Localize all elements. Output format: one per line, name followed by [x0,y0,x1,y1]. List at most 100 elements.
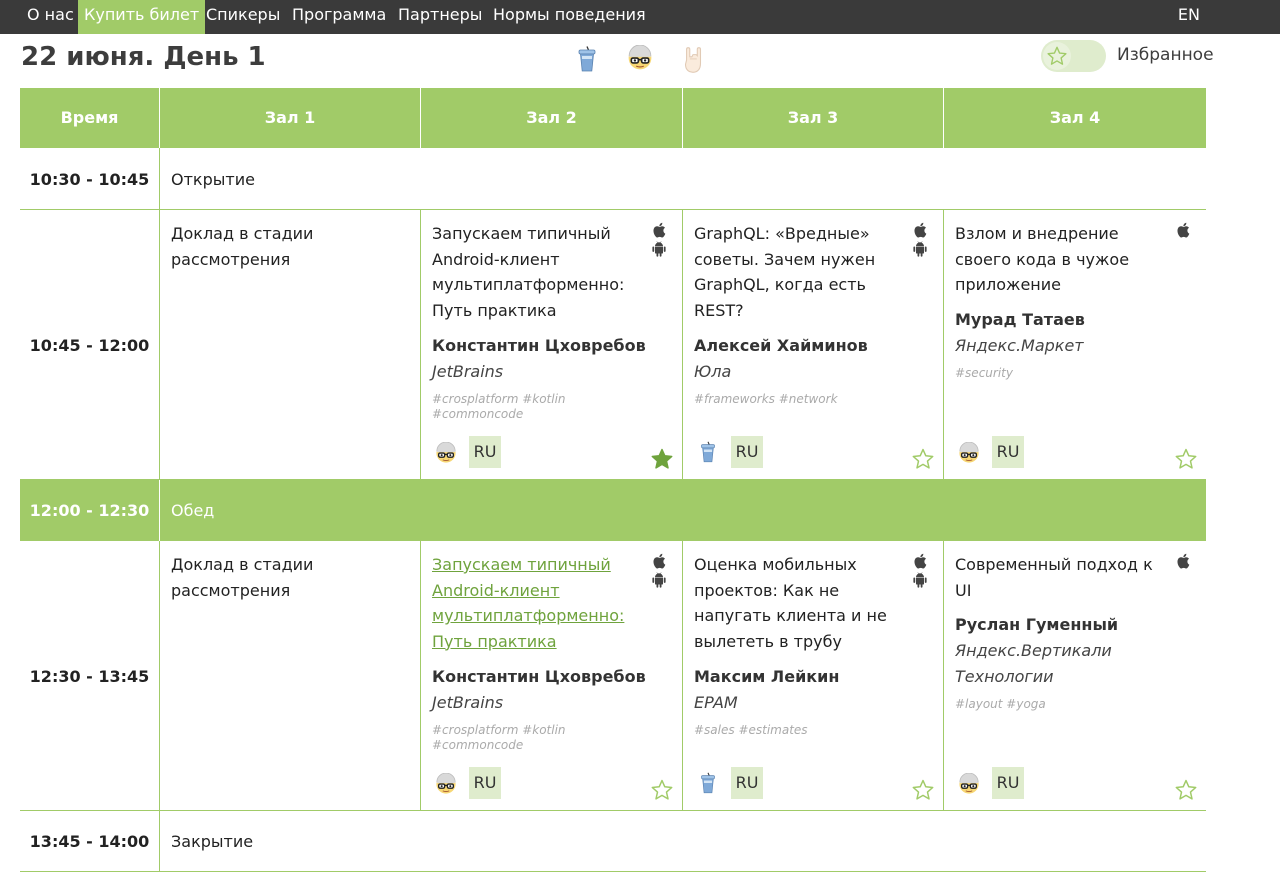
speaker-company: Юла [694,362,732,381]
talk-title[interactable]: Современный подход к UI [955,552,1155,603]
header-hall-2: Зал 2 [526,108,577,127]
talk-tags: #security [955,366,1013,380]
apple-icon [913,553,927,569]
speaker-name[interactable]: Максим Лейкин [694,667,839,686]
favorites-toggle[interactable] [1041,40,1106,72]
nerd-icon [435,442,457,464]
nav-item-partners[interactable]: Партнеры [392,0,488,29]
speaker-name[interactable]: Константин Цховребов [432,667,646,686]
language-badge: RU [731,767,763,799]
time-slot: 12:30 - 13:45 [29,667,150,686]
divider [159,480,160,541]
table-header-row: Время Зал 1 Зал 2 Зал 3 Зал 4 [20,88,1206,148]
apple-icon [652,553,666,569]
apple-icon [1176,553,1190,569]
talk-title[interactable]: Взлом и внедрение своего кода в чужое пр… [955,221,1145,298]
rock-hand-icon[interactable] [680,45,706,75]
table-row-closing: 13:45 - 14:00 Закрытие [20,811,1206,872]
talk-card[interactable]: Взлом и внедрение своего кода в чужое пр… [944,210,1206,479]
divider [159,148,160,209]
talk-tags: #frameworks #network [694,392,838,406]
speaker-name[interactable]: Константин Цховребов [432,336,646,355]
language-badge: RU [469,436,501,468]
table-row-lunch: 12:00 - 12:30 Обед [20,480,1206,541]
talk-title[interactable]: Запускаем типичный Android-клиент мульти… [432,221,632,323]
header-time: Время [60,108,119,127]
header-hall-3: Зал 3 [787,108,839,127]
talk-card[interactable]: Оценка мобильных проектов: Как не напуга… [683,541,943,810]
cup-icon [699,771,717,795]
event-label: Закрытие [171,832,254,851]
star-outline-icon[interactable] [911,447,935,471]
talk-title: Доклад в стадии рассмотрения [171,555,314,600]
time-slot: 10:30 - 10:45 [29,170,150,189]
talk-title[interactable]: GraphQL: «Вредные» советы. Зачем нужен G… [694,221,884,323]
speaker-name[interactable]: Мурад Татаев [955,310,1085,329]
talk-card[interactable]: GraphQL: «Вредные» советы. Зачем нужен G… [683,210,943,479]
android-icon [913,241,927,257]
apple-icon [913,222,927,238]
favorites-label: Избранное [1117,45,1214,65]
cup-icon [699,440,717,464]
language-badge: RU [992,767,1024,799]
star-outline-icon[interactable] [650,778,674,802]
nerd-icon[interactable] [627,45,653,71]
talk-tags: #crosplatform #kotlin #commoncode [432,723,566,752]
platforms [913,553,927,591]
star-filled-icon[interactable] [650,447,674,471]
talk-card[interactable]: Запускаем типичный Android-клиент мульти… [421,541,682,810]
time-slot: 10:45 - 12:00 [29,336,150,355]
platforms [652,222,666,260]
page-title: 22 июня. День 1 [21,42,266,72]
table-row-slot-2: 12:30 - 13:45 Доклад в стадии рассмотрен… [20,541,1206,811]
header-hall-4: Зал 4 [1049,108,1101,127]
star-outline-icon [1046,45,1068,67]
talk-title-link[interactable]: Запускаем типичный Android-клиент мульти… [432,552,632,654]
nerd-icon [958,773,980,795]
talk-tags: #crosplatform #kotlin #commoncode [432,392,566,421]
speaker-company: JetBrains [432,362,504,381]
apple-icon [652,222,666,238]
talk-card[interactable]: Современный подход к UI Руслан Гуменный … [944,541,1206,810]
nerd-icon [958,442,980,464]
time-slot: 13:45 - 14:00 [29,832,150,851]
nav-item-code-of-conduct[interactable]: Нормы поведения [487,0,652,29]
toggle-knob [1043,42,1071,70]
star-outline-icon[interactable] [911,778,935,802]
language-badge: RU [469,767,501,799]
event-label: Открытие [171,170,255,189]
event-label: Обед [171,501,215,520]
nav-item-buy-ticket[interactable]: Купить билет [78,0,206,34]
hall-1-cell: Доклад в стадии рассмотрения [160,210,420,479]
nav-item-program[interactable]: Программа [286,0,392,29]
table-row-slot-1: 10:45 - 12:00 Доклад в стадии рассмотрен… [20,210,1206,480]
android-icon [652,241,666,257]
speaker-name[interactable]: Руслан Гуменный [955,615,1118,634]
language-switch[interactable]: EN [1178,0,1200,29]
apple-icon [1176,222,1190,238]
cup-icon[interactable] [576,45,598,73]
speaker-company: JetBrains [432,693,504,712]
top-nav: О нас Купить билет Спикеры Программа Пар… [0,0,1280,34]
talk-tags: #sales #estimates [694,723,808,737]
nerd-icon [435,773,457,795]
time-slot: 12:00 - 12:30 [29,501,150,520]
android-icon [652,572,666,588]
star-outline-icon[interactable] [1174,778,1198,802]
platforms [913,222,927,260]
speaker-name[interactable]: Алексей Хайминов [694,336,868,355]
star-outline-icon[interactable] [1174,447,1198,471]
nav-item-speakers[interactable]: Спикеры [200,0,286,29]
table-row-opening: 10:30 - 10:45 Открытие [20,148,1206,210]
talk-title[interactable]: Оценка мобильных проектов: Как не напуга… [694,552,889,654]
language-badge: RU [731,436,763,468]
talk-card[interactable]: Запускаем типичный Android-клиент мульти… [421,210,682,479]
android-icon [913,572,927,588]
divider [159,811,160,871]
talk-title: Доклад в стадии рассмотрения [171,224,314,269]
talk-tags: #layout #yoga [955,697,1046,711]
language-badge: RU [992,436,1024,468]
header-hall-1: Зал 1 [264,108,316,127]
nav-item-about[interactable]: О нас [21,0,80,29]
speaker-company: Яндекс.Маркет [955,336,1084,355]
